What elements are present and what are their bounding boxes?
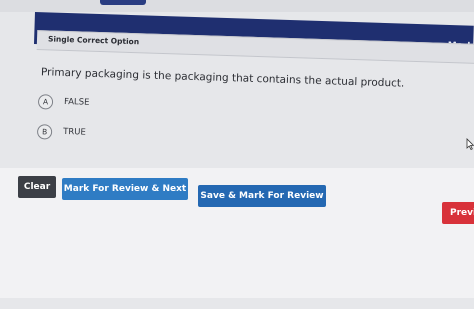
option-a-radio[interactable]: A: [37, 94, 54, 110]
mark-for-review-next-button[interactable]: Mark For Review & Next: [62, 178, 188, 200]
clear-button[interactable]: Clear: [18, 176, 56, 198]
question-text: Primary packaging is the packaging that …: [40, 66, 405, 90]
question-type-label: Single Correct Option: [47, 34, 140, 47]
option-a[interactable]: A FALSE: [37, 94, 238, 116]
option-a-label: FALSE: [63, 96, 90, 108]
option-b[interactable]: B TRUE: [36, 124, 237, 146]
previous-button[interactable]: Previ: [442, 202, 474, 224]
question-panel: Single Correct Option Primary packaging …: [0, 0, 474, 309]
option-b-label: TRUE: [62, 126, 86, 138]
option-b-radio[interactable]: B: [36, 124, 53, 140]
save-mark-for-review-button[interactable]: Save & Mark For Review: [198, 185, 326, 207]
question-type-bar: Single Correct Option: [36, 30, 474, 63]
mouse-pointer-icon: [466, 138, 474, 150]
